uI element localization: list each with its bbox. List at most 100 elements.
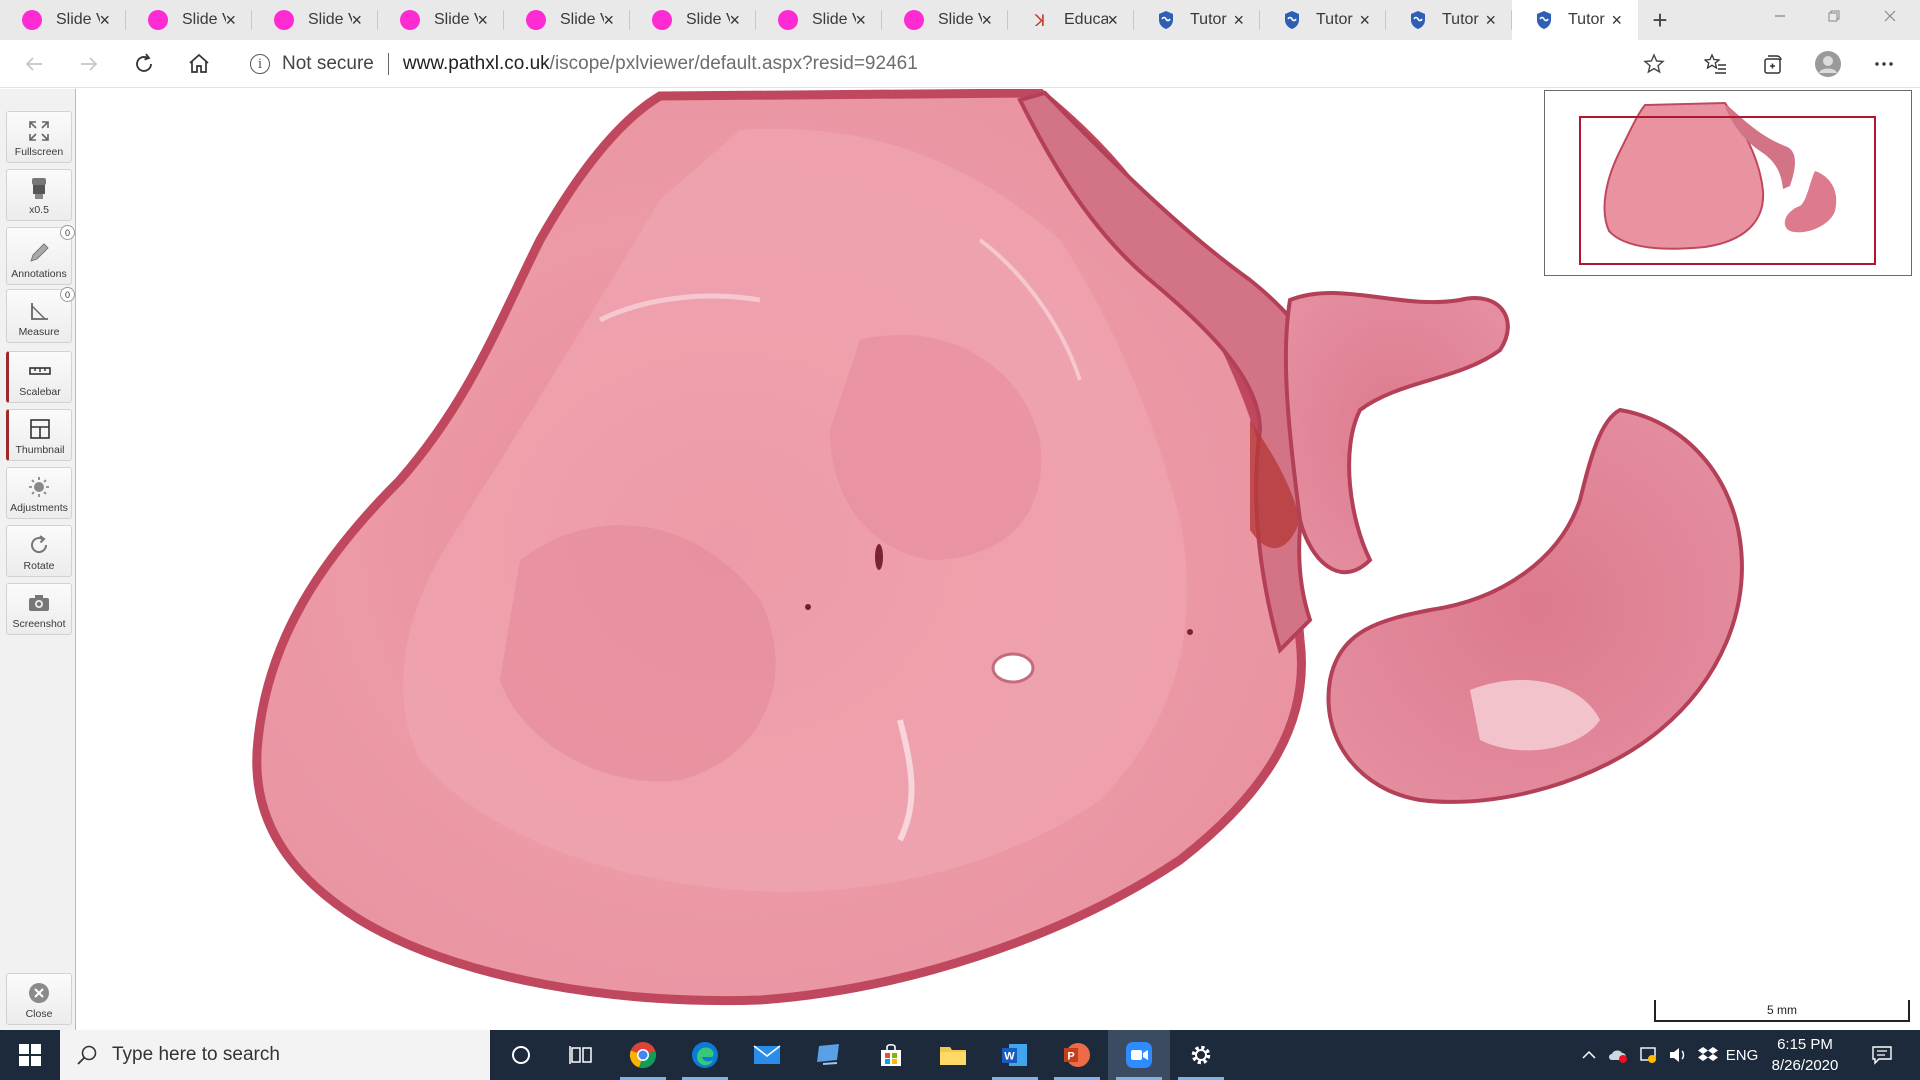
close-icon[interactable]: × — [603, 9, 614, 31]
info-icon[interactable]: i — [250, 54, 270, 74]
remote-desktop-icon — [817, 1044, 839, 1065]
education-icon: ꓘ — [1034, 10, 1046, 30]
remote-desktop-taskbar-button[interactable] — [798, 1030, 860, 1080]
tab-label: Slide Viewer — [308, 11, 352, 28]
slide-overview-thumbnail[interactable] — [1544, 90, 1912, 276]
close-icon[interactable]: × — [729, 9, 740, 31]
zoom-icon — [1126, 1042, 1152, 1068]
notification-center-button[interactable] — [1862, 1030, 1902, 1080]
browser-tab[interactable]: Slide Viewer × — [882, 0, 1008, 40]
browser-tab[interactable]: Slide Viewer × — [0, 0, 126, 40]
store-taskbar-button[interactable] — [860, 1030, 922, 1080]
mail-taskbar-button[interactable] — [736, 1030, 798, 1080]
browser-tab[interactable]: Tutor × — [1386, 0, 1512, 40]
language-indicator[interactable]: ENG — [1724, 1030, 1760, 1080]
close-icon[interactable]: × — [477, 9, 488, 31]
browser-tab[interactable]: Slide Viewer × — [126, 0, 252, 40]
tool-label: Screenshot — [12, 618, 66, 630]
close-icon[interactable]: × — [981, 9, 992, 31]
dropbox-tray-icon[interactable] — [1694, 1030, 1722, 1080]
onedrive-tray-icon[interactable] — [1604, 1030, 1632, 1080]
pink-dot-icon — [652, 10, 672, 30]
measure-count-badge: 0 — [60, 287, 75, 302]
window-close-button[interactable] — [1860, 0, 1920, 32]
tool-label: Fullscreen — [14, 146, 64, 158]
scalebar-button[interactable]: Scalebar — [6, 351, 72, 403]
zoom-taskbar-button[interactable] — [1108, 1030, 1170, 1080]
close-icon[interactable]: × — [1611, 9, 1622, 31]
show-hidden-icons-button[interactable] — [1576, 1030, 1602, 1080]
browser-tab[interactable]: Slide Viewer × — [378, 0, 504, 40]
browser-tab[interactable]: ꓘ Educat × — [1008, 0, 1134, 40]
tool-label: Scalebar — [19, 386, 61, 398]
profile-button[interactable] — [1812, 50, 1844, 78]
cortana-icon — [512, 1046, 530, 1064]
restore-button[interactable] — [1804, 0, 1864, 32]
back-button[interactable] — [18, 50, 50, 78]
close-icon[interactable]: × — [99, 9, 110, 31]
adjustments-button[interactable]: Adjustments — [6, 467, 72, 519]
annotations-button[interactable]: Annotations 0 — [6, 225, 75, 285]
minimize-button[interactable] — [1750, 0, 1810, 32]
tab-label: Tutor — [1568, 11, 1605, 28]
browser-tab[interactable]: Slide Viewer × — [630, 0, 756, 40]
browser-tab-active[interactable]: Tutor × — [1512, 0, 1638, 40]
close-icon[interactable]: × — [1485, 9, 1496, 31]
address-bar[interactable]: i Not secure www.pathxl.co.uk/iscope/pxl… — [250, 48, 918, 80]
minimize-icon — [1775, 15, 1785, 17]
favorite-star-button[interactable] — [1638, 50, 1670, 78]
close-icon[interactable]: × — [1107, 9, 1118, 31]
magnification-button[interactable]: x0.5 — [6, 169, 72, 221]
favorites-button[interactable] — [1700, 50, 1732, 78]
close-icon[interactable]: × — [225, 9, 236, 31]
thumbnail-icon — [28, 417, 52, 441]
screenshot-button[interactable]: Screenshot — [6, 583, 72, 635]
pencil-icon — [27, 241, 51, 265]
windows-logo-icon — [19, 1044, 41, 1066]
forward-button[interactable] — [73, 50, 105, 78]
tool-label: Thumbnail — [15, 444, 65, 456]
new-tab-button[interactable]: + — [1638, 0, 1682, 40]
close-icon[interactable]: × — [351, 9, 362, 31]
browser-tab[interactable]: Slide Viewer × — [756, 0, 882, 40]
fullscreen-button[interactable]: Fullscreen — [6, 111, 72, 163]
browser-tab[interactable]: Slide Viewer × — [252, 0, 378, 40]
tool-label: Rotate — [23, 560, 55, 572]
security-tray-icon[interactable] — [1634, 1030, 1662, 1080]
volume-tray-icon[interactable] — [1664, 1030, 1692, 1080]
star-icon — [1643, 53, 1665, 74]
browser-tab[interactable]: Slide Viewer × — [504, 0, 630, 40]
chrome-taskbar-button[interactable] — [612, 1030, 674, 1080]
pink-dot-icon — [526, 10, 546, 30]
file-explorer-taskbar-button[interactable] — [922, 1030, 984, 1080]
settings-more-button[interactable] — [1868, 50, 1900, 78]
browser-toolbar: i Not secure www.pathxl.co.uk/iscope/pxl… — [0, 40, 1920, 88]
close-icon[interactable]: × — [1359, 9, 1370, 31]
powerpoint-taskbar-button[interactable]: P — [1046, 1030, 1108, 1080]
word-taskbar-button[interactable]: W — [984, 1030, 1046, 1080]
more-icon — [1875, 62, 1893, 66]
rotate-icon — [27, 533, 51, 557]
edge-icon — [692, 1042, 718, 1068]
settings-taskbar-button[interactable] — [1170, 1030, 1232, 1080]
collections-button[interactable] — [1756, 50, 1788, 78]
viewport-indicator[interactable] — [1579, 116, 1876, 265]
browser-tab[interactable]: Tutor × — [1260, 0, 1386, 40]
measure-button[interactable]: Measure 0 — [6, 287, 75, 343]
taskbar-search-box[interactable]: Type here to search — [60, 1030, 490, 1080]
close-icon[interactable]: × — [855, 9, 866, 31]
edge-taskbar-button[interactable] — [674, 1030, 736, 1080]
rotate-button[interactable]: Rotate — [6, 525, 72, 577]
start-button[interactable] — [0, 1030, 60, 1080]
cloud-error-icon — [1609, 1050, 1627, 1063]
task-view-button[interactable] — [550, 1030, 612, 1080]
windows-taskbar: Type here to search W P ENG 6:15 PM 8/26… — [0, 1030, 1920, 1080]
thumbnail-button[interactable]: Thumbnail — [6, 409, 72, 461]
cortana-button[interactable] — [490, 1030, 552, 1080]
taskbar-clock[interactable]: 6:15 PM 8/26/2020 — [1760, 1034, 1850, 1076]
browser-tab[interactable]: Tutor × — [1134, 0, 1260, 40]
refresh-button[interactable] — [128, 50, 160, 78]
close-icon[interactable]: × — [1233, 9, 1244, 31]
close-viewer-button[interactable]: Close — [6, 973, 72, 1025]
home-button[interactable] — [183, 50, 215, 78]
